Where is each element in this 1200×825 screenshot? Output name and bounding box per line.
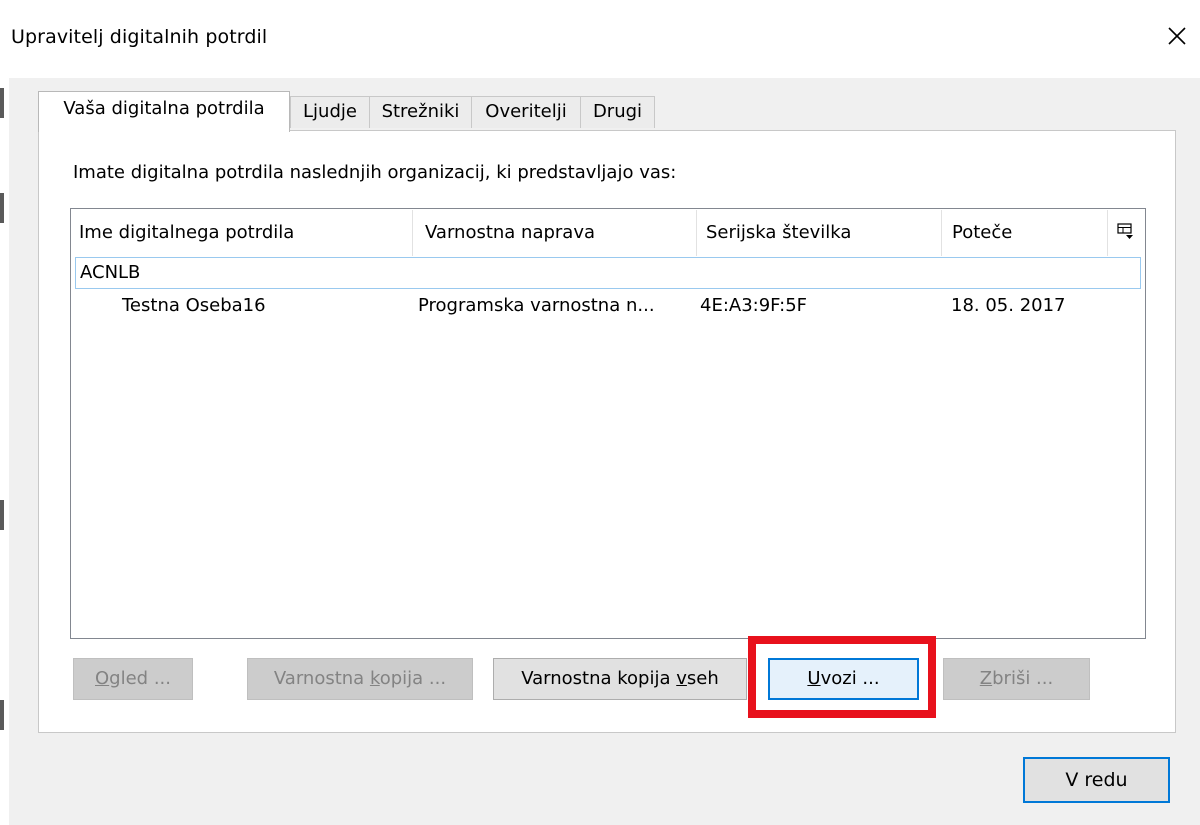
cell-expires: 18. 05. 2017 xyxy=(951,295,1066,316)
backup-button[interactable]: Varnostna kopija ... xyxy=(247,658,473,700)
tab-label: Drugi xyxy=(592,101,643,122)
tab-servers[interactable]: Strežniki xyxy=(369,96,472,128)
tab-label: Vaša digitalna potrdila xyxy=(63,98,265,119)
delete-button[interactable]: Zbriši ... xyxy=(943,658,1090,700)
tab-people[interactable]: Ljudje xyxy=(290,96,370,128)
intro-text: Imate digitalna potrdila naslednjih orga… xyxy=(73,162,677,183)
certificate-manager-window: Upravitelj digitalnih potrdil Vaša digit… xyxy=(0,0,1200,825)
background-window-edge xyxy=(0,0,9,825)
column-header-serial[interactable]: Serijska številka xyxy=(698,210,948,256)
certificate-list[interactable]: Ime digitalnega potrdila Varnostna napra… xyxy=(70,208,1146,639)
cell-serial: 4E:A3:9F:5F xyxy=(700,295,807,316)
close-icon xyxy=(1168,27,1186,45)
ok-button[interactable]: V redu xyxy=(1023,757,1170,803)
tab-others[interactable]: Drugi xyxy=(580,96,655,128)
window-title: Upravitelj digitalnih potrdil xyxy=(11,26,268,48)
group-row-acnlb[interactable]: ACNLB xyxy=(75,257,1141,289)
column-separator[interactable] xyxy=(1107,210,1108,256)
backup-all-button[interactable]: Varnostna kopija vseh xyxy=(493,658,747,700)
tab-your-certificates[interactable]: Vaša digitalna potrdila xyxy=(38,91,290,132)
tab-label: Strežniki xyxy=(381,101,460,122)
column-header-expires[interactable]: Poteče xyxy=(944,210,1104,256)
group-name: ACNLB xyxy=(80,262,141,283)
cell-name: Testna Oseba16 xyxy=(122,295,266,316)
column-separator[interactable] xyxy=(412,210,413,256)
column-separator[interactable] xyxy=(696,210,697,256)
close-button[interactable] xyxy=(1154,16,1200,56)
tab-label: Ljudje xyxy=(303,101,357,122)
import-button[interactable]: Uvozi ... xyxy=(768,658,919,700)
tab-authorities[interactable]: Overitelji xyxy=(471,96,581,128)
column-separator[interactable] xyxy=(941,210,942,256)
column-picker-icon[interactable] xyxy=(1117,223,1135,241)
edge-mark xyxy=(0,193,4,223)
tab-label: Overitelji xyxy=(485,101,567,122)
title-bar[interactable]: Upravitelj digitalnih potrdil xyxy=(9,0,1200,78)
tab-panel: Imate digitalna potrdila naslednjih orga… xyxy=(38,130,1176,733)
edge-mark xyxy=(0,88,4,118)
cell-device: Programska varnostna n... xyxy=(418,295,655,316)
column-header-name[interactable]: Ime digitalnega potrdila xyxy=(71,210,411,256)
edge-mark xyxy=(0,500,4,530)
column-header-device[interactable]: Varnostna naprava xyxy=(417,210,697,256)
table-row[interactable]: Testna Oseba16 Programska varnostna n...… xyxy=(72,289,1144,323)
view-button[interactable]: Ogled ... xyxy=(73,658,193,700)
edge-mark xyxy=(0,700,4,730)
